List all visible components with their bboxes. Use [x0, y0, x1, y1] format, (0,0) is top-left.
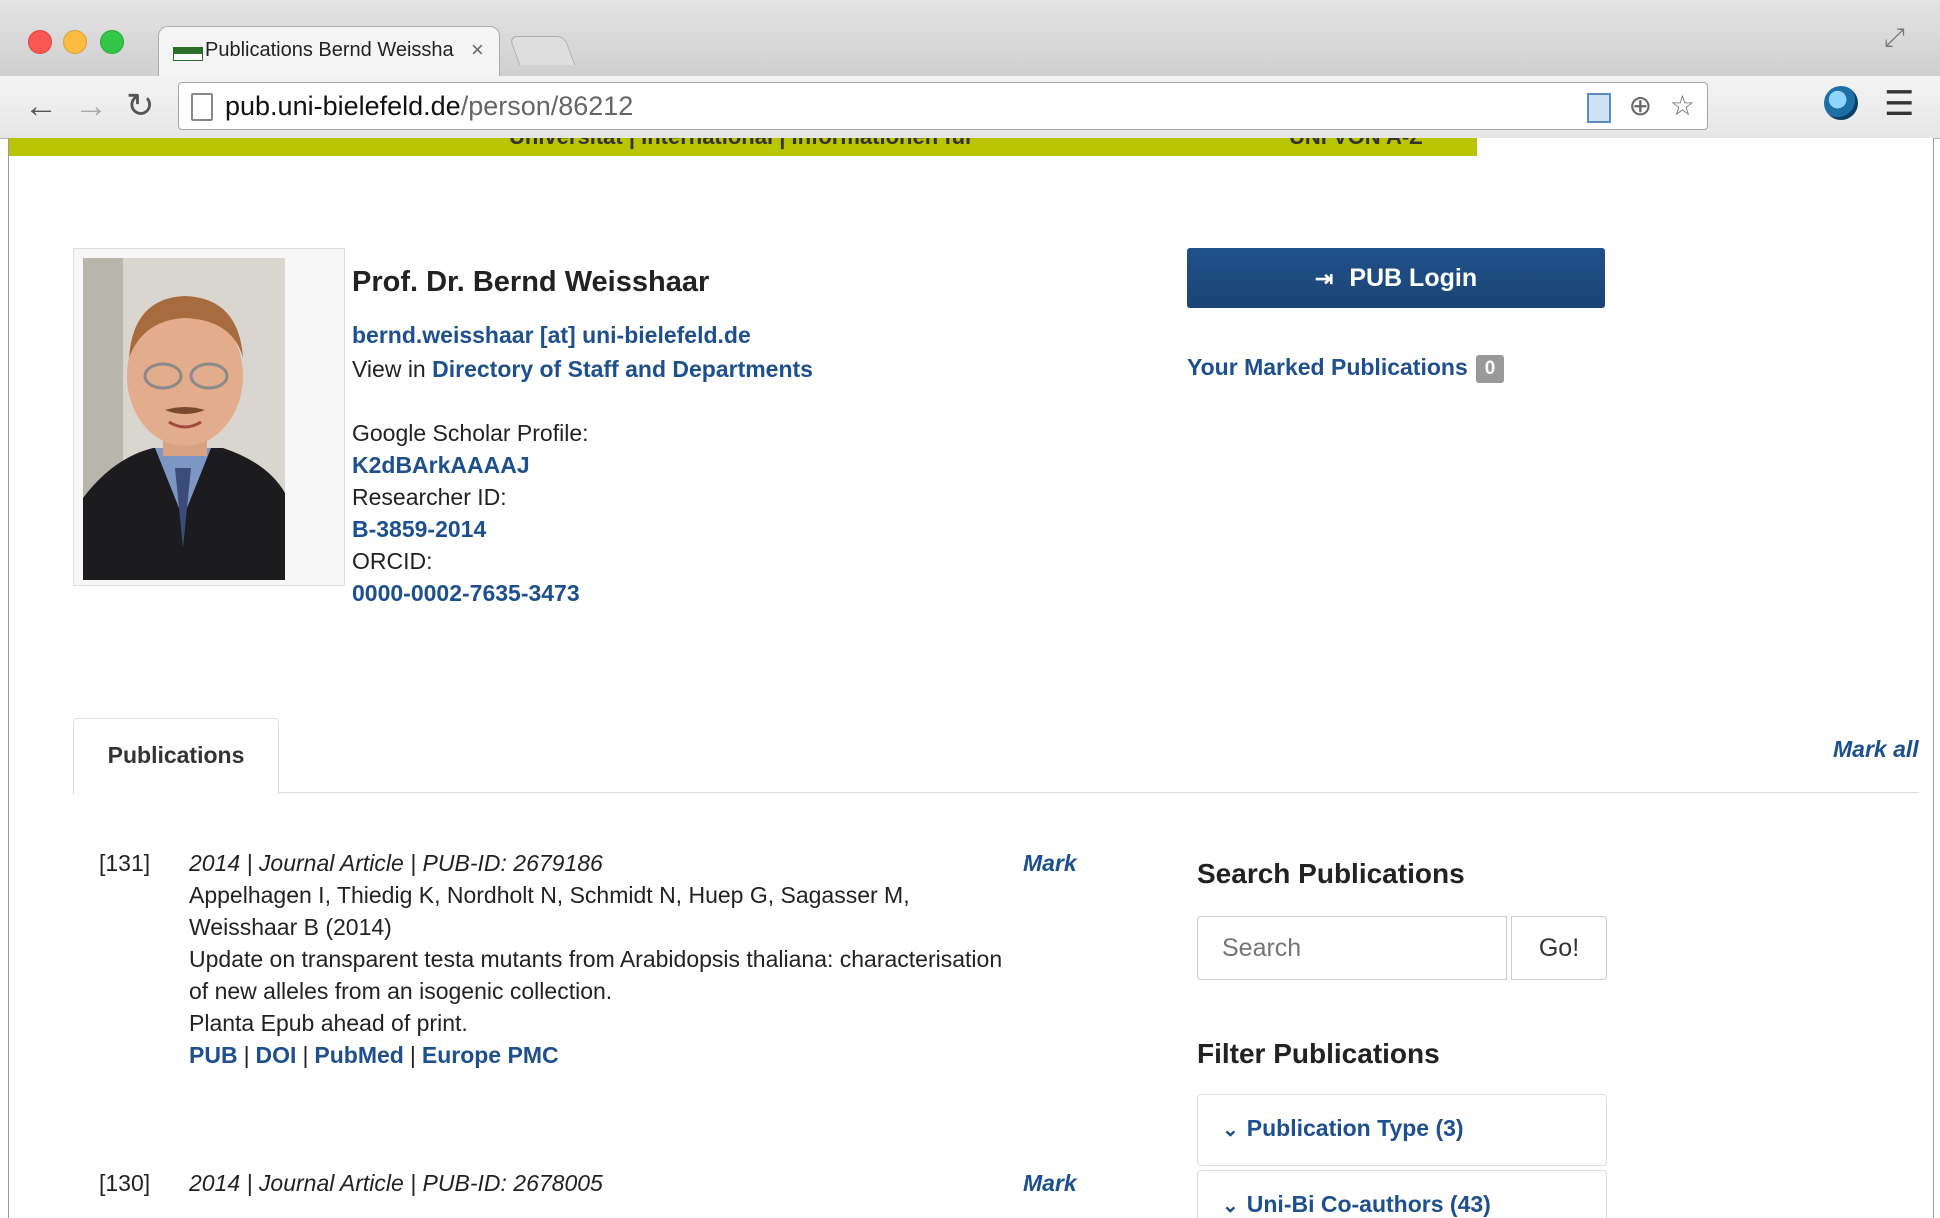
maximize-window-button[interactable]	[100, 30, 124, 54]
profile-photo	[83, 258, 285, 580]
document-icon[interactable]	[1586, 92, 1611, 123]
tab-publications[interactable]: Publications	[73, 718, 279, 795]
page-content: Universität | International | Informatio…	[8, 138, 1934, 1218]
header-az-link[interactable]: UNI VON A-Z	[1289, 138, 1423, 150]
google-scholar-line: K2dBArkAAAAJ	[352, 452, 530, 479]
mark-link[interactable]: Mark	[1023, 1170, 1077, 1197]
browser-toolbar: ← → ↻ pub.uni-bielefeld.de/person/86212 …	[0, 76, 1940, 139]
close-window-button[interactable]	[28, 30, 52, 54]
email-link-line: bernd.weisshaar [at] uni-bielefeld.de	[352, 322, 751, 349]
entry-journal: Planta Epub ahead of print.	[189, 1010, 468, 1036]
profile-photo-frame	[73, 248, 345, 586]
chevron-down-icon: ⌄	[1222, 1119, 1239, 1141]
profile-name: Prof. Dr. Bernd Weisshaar	[352, 266, 710, 298]
page-icon	[191, 93, 213, 121]
extension-icon[interactable]	[1824, 86, 1858, 120]
orcid-label: ORCID:	[352, 548, 433, 574]
site-header-strip: Universität | International | Informatio…	[9, 138, 1477, 156]
europe-pmc-link[interactable]: Europe PMC	[422, 1042, 559, 1068]
directory-line: View in Directory of Staff and Departmen…	[352, 356, 813, 383]
reload-button[interactable]: ↻	[126, 86, 155, 126]
marked-publications-link[interactable]: Your Marked Publications	[1187, 354, 1468, 380]
filter-publications-heading: Filter Publications	[1197, 1038, 1440, 1069]
researcher-id-link[interactable]: B-3859-2014	[352, 516, 486, 542]
pub-login-button[interactable]: ⇥ PUB Login	[1187, 248, 1605, 308]
chevron-down-icon: ⌄	[1222, 1195, 1239, 1217]
tabs-divider	[73, 792, 1919, 793]
menu-icon[interactable]: ☰	[1884, 84, 1914, 124]
entry-number: [131]	[99, 850, 151, 876]
tab-title: Publications Bernd Weissha	[205, 39, 454, 61]
filter-publication-type[interactable]: ⌄ Publication Type (3)	[1197, 1094, 1607, 1166]
filter-co-authors[interactable]: ⌄ Uni-Bi Co-authors (43)	[1197, 1170, 1607, 1218]
mark-link[interactable]: Mark	[1023, 850, 1077, 877]
researcher-id-label: Researcher ID:	[352, 484, 507, 510]
go-button[interactable]: Go!	[1511, 916, 1607, 980]
entry-title: Update on transparent testa mutants from…	[189, 946, 1003, 972]
google-scholar-link[interactable]: K2dBArkAAAAJ	[352, 452, 530, 478]
entry-authors-cont: Weisshaar B (2014)	[189, 914, 392, 940]
entry-meta: 2014 | Journal Article | PUB-ID: 2678005	[189, 1170, 603, 1196]
doi-link[interactable]: DOI	[256, 1042, 297, 1068]
address-bar[interactable]: pub.uni-bielefeld.de/person/86212 ⊕ ☆	[178, 82, 1708, 130]
researcher-id-line: B-3859-2014	[352, 516, 486, 543]
url-host: pub.uni-bielefeld.de	[225, 91, 461, 121]
orcid-line: 0000-0002-7635-3473	[352, 580, 580, 607]
pub-link[interactable]: PUB	[189, 1042, 238, 1068]
fullscreen-icon[interactable]: ⤢	[1884, 22, 1905, 54]
entry-meta: 2014 | Journal Article | PUB-ID: 2679186	[189, 850, 603, 876]
close-tab-icon[interactable]: ×	[471, 37, 484, 63]
pubmed-link[interactable]: PubMed	[314, 1042, 403, 1068]
mark-all-link[interactable]: Mark all	[1833, 736, 1919, 763]
header-nav-text[interactable]: Universität | International | Informatio…	[509, 138, 974, 150]
orcid-link[interactable]: 0000-0002-7635-3473	[352, 580, 580, 606]
pub-login-label: PUB Login	[1349, 264, 1478, 292]
email-link[interactable]: bernd.weisshaar [at] uni-bielefeld.de	[352, 322, 751, 348]
star-icon[interactable]: ☆	[1670, 90, 1695, 121]
google-scholar-label: Google Scholar Profile:	[352, 420, 589, 446]
login-icon: ⇥	[1314, 266, 1334, 291]
entry-authors: Appelhagen I, Thiedig K, Nordholt N, Sch…	[189, 882, 910, 908]
favicon-icon	[173, 47, 203, 61]
search-input[interactable]	[1197, 916, 1507, 980]
filter-label: Publication Type (3)	[1246, 1115, 1464, 1141]
back-button[interactable]: ←	[24, 86, 58, 126]
browser-window: Publications Bernd Weissha × ⤢ ← → ↻ pub…	[0, 0, 1940, 1218]
filter-label: Uni-Bi Co-authors (43)	[1246, 1191, 1491, 1217]
search-publications-heading: Search Publications	[1197, 858, 1465, 889]
forward-button[interactable]: →	[74, 86, 108, 126]
url-text[interactable]: pub.uni-bielefeld.de/person/86212	[225, 91, 633, 122]
entry-number: [130]	[99, 1170, 151, 1196]
url-path: /person/86212	[460, 91, 634, 121]
browser-tab[interactable]: Publications Bernd Weissha ×	[158, 26, 500, 79]
zoom-icon[interactable]: ⊕	[1629, 90, 1652, 121]
new-tab-button[interactable]	[508, 36, 576, 65]
tab-bar: Publications Bernd Weissha × ⤢	[0, 0, 1940, 79]
directory-link[interactable]: Directory of Staff and Departments	[432, 356, 813, 382]
entry-links: PUB | DOI | PubMed | Europe PMC	[189, 1042, 559, 1068]
view-in-label: View in	[352, 356, 426, 382]
marked-publications: Your Marked Publications 0	[1187, 354, 1505, 383]
entry-title-cont: of new alleles from an isogenic collecti…	[189, 978, 613, 1004]
marked-count-badge: 0	[1475, 354, 1505, 383]
minimize-window-button[interactable]	[63, 30, 87, 54]
